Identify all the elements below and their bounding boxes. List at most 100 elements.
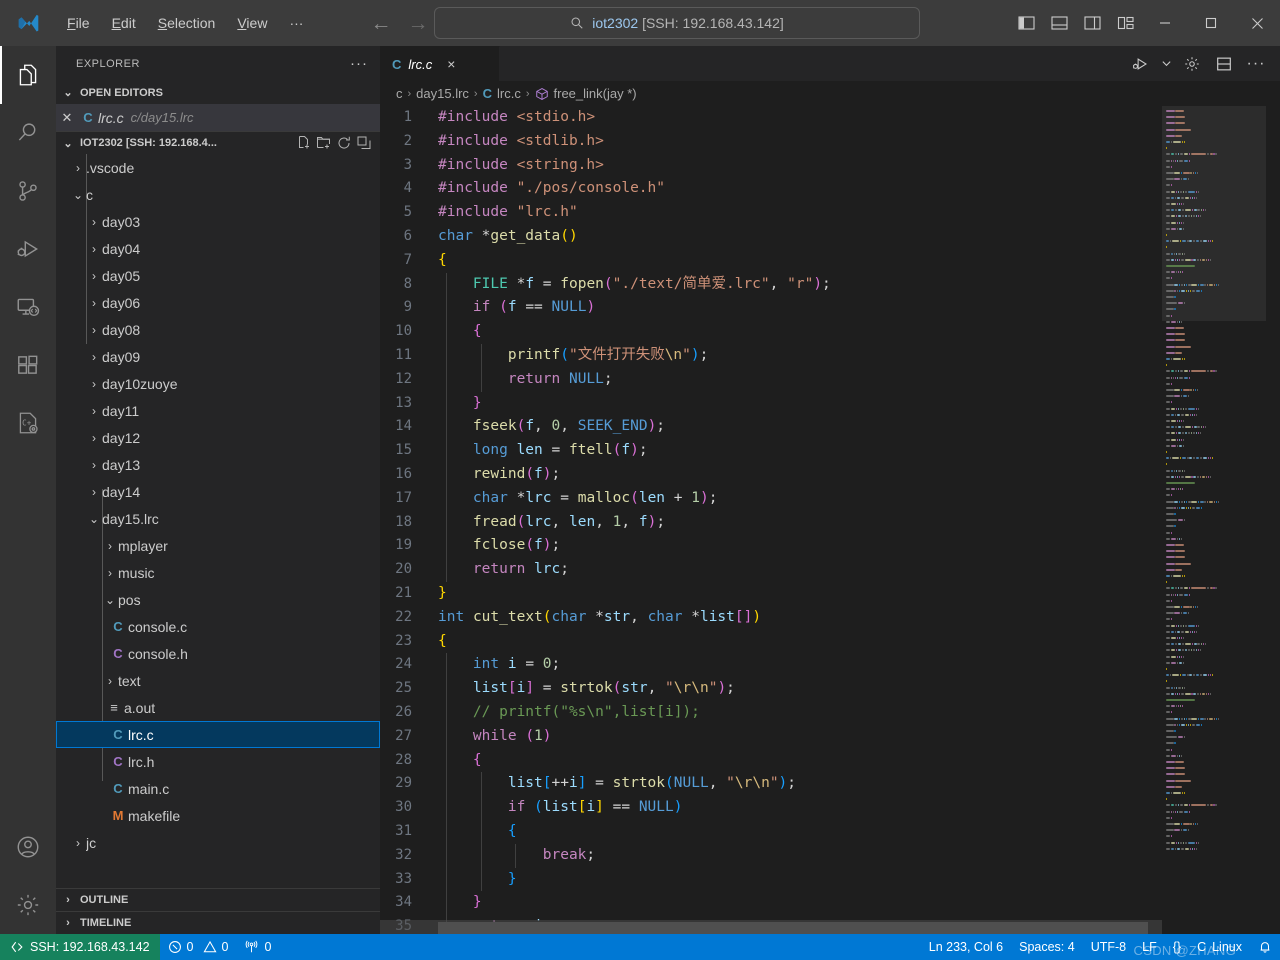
status-platform[interactable]: Linux <box>1208 934 1250 960</box>
go-forward-arrow[interactable]: → <box>407 13 428 34</box>
status-format-icon[interactable]: {} <box>1165 934 1189 960</box>
tree-item-day13[interactable]: › day13 <box>56 451 380 478</box>
new-folder-icon[interactable] <box>316 135 332 151</box>
status-eol[interactable]: LF <box>1134 934 1165 960</box>
status-cursor-position[interactable]: Ln 233, Col 6 <box>921 934 1011 960</box>
activitybar-item-remote-explorer[interactable] <box>0 278 56 336</box>
overview-ruler[interactable] <box>1266 106 1280 934</box>
run-c-cpp-file-button[interactable] <box>1126 50 1154 78</box>
activitybar-item-explorer[interactable] <box>0 46 56 104</box>
tree-item-day05[interactable]: › day05 <box>56 262 380 289</box>
tree-item-lrc-c[interactable]: C lrc.c <box>56 721 380 748</box>
close-icon[interactable]: ✕ <box>56 110 78 126</box>
toggle-secondary-sidebar-icon[interactable] <box>1076 0 1109 46</box>
code-token: cut_text <box>472 608 543 625</box>
tree-item-day12[interactable]: › day12 <box>56 424 380 451</box>
activitybar-item-source-control[interactable] <box>0 162 56 220</box>
status-problems[interactable]: 0 0 <box>160 934 237 960</box>
activitybar-item-run-and-debug[interactable] <box>0 220 56 278</box>
section-workspace[interactable]: ⌄ IOT2302 [SSH: 192.168.4... <box>56 131 380 154</box>
tree-item-text[interactable]: › text <box>56 667 380 694</box>
tree-item-day09[interactable]: › day09 <box>56 343 380 370</box>
menu-selection[interactable]: Selection <box>147 11 227 35</box>
editor-settings-gear-icon[interactable] <box>1178 50 1206 78</box>
tree-item-day03[interactable]: › day03 <box>56 208 380 235</box>
chevron-down-icon[interactable] <box>1158 50 1174 78</box>
tree-item-music[interactable]: › music <box>56 559 380 586</box>
minimap-line <box>1170 426 1175 429</box>
status-remote-host[interactable]: SSH: 192.168.43.142 <box>0 934 160 960</box>
sidebar-more-actions[interactable]: ··· <box>350 55 368 72</box>
toggle-panel-icon[interactable] <box>1043 0 1076 46</box>
tree-item-makefile[interactable]: M makefile <box>56 802 380 829</box>
code-editor[interactable]: 1 #include <stdio.h> 2 #include <stdlib.h> 3… <box>380 106 1280 934</box>
close-icon[interactable]: × <box>447 56 455 72</box>
split-editor-icon[interactable] <box>1210 50 1238 78</box>
tree-item-mplayer[interactable]: › mplayer <box>56 532 380 559</box>
tree-item-main-c[interactable]: C main.c <box>56 775 380 802</box>
code-token: ; <box>726 680 735 697</box>
tree-item-console-c[interactable]: C console.c <box>56 613 380 640</box>
breadcrumb-item-c[interactable]: c <box>396 86 403 101</box>
tree-item-day04[interactable]: › day04 <box>56 235 380 262</box>
toggle-primary-sidebar-icon[interactable] <box>1010 0 1043 46</box>
open-editor-item-lrc-c[interactable]: ✕ C lrc.c c/day15.lrc <box>56 104 380 131</box>
status-encoding[interactable]: UTF-8 <box>1083 934 1134 960</box>
section-timeline[interactable]: › TIMELINE <box>56 911 380 934</box>
activitybar-item-accounts[interactable] <box>0 818 56 876</box>
minimap-line <box>1166 649 1170 652</box>
tree-item-lrc-h[interactable]: C lrc.h <box>56 748 380 775</box>
minimap-line <box>1166 463 1168 466</box>
breadcrumb-item-lrc-c[interactable]: C lrc.c <box>483 86 521 101</box>
minimap-line <box>1181 643 1185 646</box>
activitybar-item-extensions[interactable] <box>0 336 56 394</box>
code-token: f <box>534 465 543 482</box>
close-button[interactable] <box>1234 0 1280 46</box>
section-outline[interactable]: › OUTLINE <box>56 888 380 911</box>
horizontal-scrollbar-thumb[interactable] <box>438 922 1148 934</box>
command-center[interactable]: iot2302 [SSH: 192.168.43.142] <box>434 7 920 39</box>
breadcrumb-item-symbol[interactable]: free_link(jay *) <box>535 86 637 101</box>
minimap-line <box>1187 289 1189 292</box>
menu-view[interactable]: View <box>226 11 278 35</box>
tree-item-c[interactable]: ⌄ c <box>56 181 380 208</box>
tree-item-vscode[interactable]: › .vscode <box>56 154 380 181</box>
menu-edit[interactable]: Edit <box>101 11 147 35</box>
status-ports[interactable]: 0 <box>236 934 279 960</box>
breadcrumb-item-day15-lrc[interactable]: day15.lrc <box>416 86 469 101</box>
minimap-line <box>1195 674 1200 677</box>
activitybar-item-search[interactable] <box>0 104 56 162</box>
tree-item-day11[interactable]: › day11 <box>56 397 380 424</box>
tree-item-day06[interactable]: › day06 <box>56 289 380 316</box>
tree-item-a-out[interactable]: ≡ a.out <box>56 694 380 721</box>
status-indentation[interactable]: Spaces: 4 <box>1011 934 1083 960</box>
customize-layout-icon[interactable] <box>1109 0 1142 46</box>
tree-item-console-h[interactable]: C console.h <box>56 640 380 667</box>
menu-more[interactable]: ··· <box>278 11 314 35</box>
code-scroll-area[interactable]: 1 #include <stdio.h> 2 #include <stdlib.h> 3… <box>380 106 1162 934</box>
editor-more-actions-icon[interactable]: ··· <box>1242 50 1270 78</box>
code-token: ) <box>586 299 596 316</box>
go-back-arrow[interactable]: ← <box>370 13 391 34</box>
tree-item-day08[interactable]: › day08 <box>56 316 380 343</box>
activitybar-item-cpp-config[interactable]: C+ <box>0 394 56 452</box>
minimize-button[interactable] <box>1142 0 1188 46</box>
minimap[interactable] <box>1162 106 1266 934</box>
tree-item-day10zuoye[interactable]: › day10zuoye <box>56 370 380 397</box>
editor-tab-lrc-c[interactable]: C lrc.c × <box>380 46 500 81</box>
collapse-all-icon[interactable] <box>356 135 372 151</box>
tree-item-jc[interactable]: › jc <box>56 829 380 856</box>
tree-item-day14[interactable]: › day14 <box>56 478 380 505</box>
menu-file[interactable]: File <box>56 11 101 35</box>
code-token: i <box>586 799 596 816</box>
tree-item-day15-lrc[interactable]: ⌄ day15.lrc <box>56 505 380 532</box>
tree-item-pos[interactable]: ⌄ pos <box>56 586 380 613</box>
new-file-icon[interactable] <box>296 135 312 151</box>
activitybar-item-settings[interactable] <box>0 876 56 934</box>
horizontal-scrollbar[interactable] <box>380 922 1148 934</box>
refresh-icon[interactable] <box>336 135 352 151</box>
maximize-button[interactable] <box>1188 0 1234 46</box>
status-notifications-bell-icon[interactable] <box>1250 934 1280 960</box>
status-language-mode[interactable]: C <box>1189 934 1208 960</box>
section-open-editors[interactable]: ⌄ OPEN EDITORS <box>56 81 380 104</box>
